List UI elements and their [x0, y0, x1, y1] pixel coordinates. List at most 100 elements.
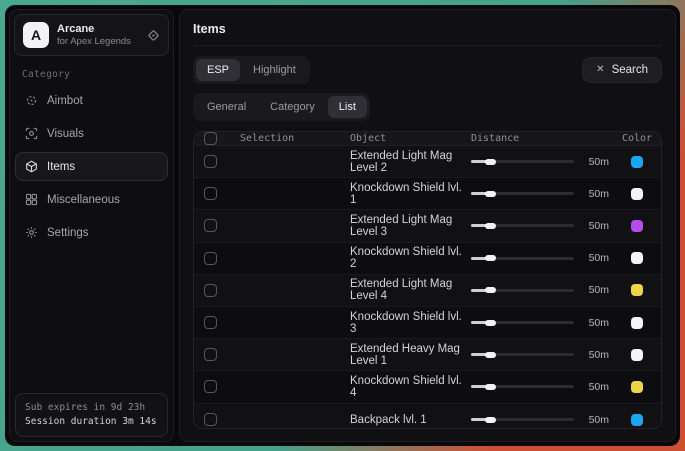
- close-icon: ✕: [596, 65, 604, 75]
- row-color-swatch[interactable]: [631, 317, 643, 329]
- crosshair-icon: [25, 94, 38, 107]
- row-object: Extended Heavy Mag Level 1: [350, 343, 471, 367]
- col-header-selection: Selection: [240, 133, 350, 144]
- row-distance-value: 50m: [583, 220, 609, 232]
- col-header-distance: Distance: [471, 133, 613, 144]
- search-button[interactable]: ✕ Search: [582, 57, 662, 83]
- row-checkbox[interactable]: [204, 187, 217, 200]
- distance-slider[interactable]: [471, 318, 574, 328]
- row-checkbox[interactable]: [204, 380, 217, 393]
- tab-list[interactable]: List: [328, 96, 367, 118]
- table-row: Extended Light Mag Level 2 50m: [194, 146, 661, 178]
- sidebar-item-miscellaneous[interactable]: Miscellaneous: [15, 185, 168, 214]
- toolbar: ESP Highlight ✕ Search: [193, 56, 662, 84]
- grid-icon: [25, 193, 38, 206]
- row-color-swatch[interactable]: [631, 252, 643, 264]
- table-body: Extended Light Mag Level 2 50m Knockdown…: [194, 146, 661, 429]
- distance-slider[interactable]: [471, 157, 574, 167]
- app-subtitle: for Apex Legends: [57, 36, 139, 48]
- row-distance-value: 50m: [583, 188, 609, 200]
- row-checkbox[interactable]: [204, 219, 217, 232]
- sidebar-item-visuals[interactable]: Visuals: [15, 119, 168, 148]
- row-checkbox[interactable]: [204, 316, 217, 329]
- row-color-swatch[interactable]: [631, 349, 643, 361]
- distance-slider[interactable]: [471, 350, 574, 360]
- row-object: Knockdown Shield lvl. 3: [350, 311, 471, 335]
- items-table: Selection Object Distance Color Extended…: [193, 131, 662, 429]
- row-object: Backpack lvl. 1: [350, 414, 471, 426]
- sub-expires-text: Sub expires in 9d 23h: [25, 401, 158, 415]
- slider-thumb[interactable]: [485, 320, 496, 326]
- tab-esp[interactable]: ESP: [196, 59, 240, 81]
- col-header-object: Object: [350, 133, 471, 144]
- distance-slider[interactable]: [471, 221, 574, 231]
- category-label: Category: [22, 69, 161, 80]
- row-color-swatch[interactable]: [631, 414, 643, 426]
- app-window: A Arcane for Apex Legends Category: [5, 5, 680, 446]
- table-header-row: Selection Object Distance Color: [194, 132, 661, 146]
- app-logo: A: [23, 22, 49, 48]
- row-checkbox[interactable]: [204, 155, 217, 168]
- sidebar-item-label: Settings: [47, 227, 89, 239]
- row-object: Extended Light Mag Level 2: [350, 150, 471, 174]
- row-color-swatch[interactable]: [631, 188, 643, 200]
- slider-thumb[interactable]: [485, 384, 496, 390]
- row-checkbox[interactable]: [204, 252, 217, 265]
- table-row: Knockdown Shield lvl. 4 50m: [194, 371, 661, 403]
- table-row: Extended Light Mag Level 4 50m: [194, 275, 661, 307]
- distance-slider[interactable]: [471, 189, 574, 199]
- row-distance-value: 50m: [583, 349, 609, 361]
- sidebar-item-settings[interactable]: Settings: [15, 218, 168, 247]
- row-distance-value: 50m: [583, 156, 609, 168]
- eye-icon: [25, 127, 38, 140]
- sidebar-header: A Arcane for Apex Legends: [14, 14, 169, 56]
- select-all-checkbox[interactable]: [204, 132, 217, 145]
- row-color-swatch[interactable]: [631, 156, 643, 168]
- tab-highlight[interactable]: Highlight: [242, 59, 307, 81]
- row-color-swatch[interactable]: [631, 381, 643, 393]
- slider-thumb[interactable]: [485, 417, 496, 423]
- view-tab-group: General Category List: [193, 93, 370, 121]
- main-panel: Items ESP Highlight ✕ Search General Cat…: [179, 9, 676, 442]
- slider-thumb[interactable]: [485, 191, 496, 197]
- row-object: Knockdown Shield lvl. 4: [350, 375, 471, 399]
- session-info-card: Sub expires in 9d 23h Session duration 3…: [15, 393, 168, 437]
- table-row: Extended Light Mag Level 3 50m: [194, 210, 661, 242]
- cube-icon: [25, 160, 38, 173]
- distance-slider[interactable]: [471, 253, 574, 263]
- sidebar-item-label: Aimbot: [47, 95, 83, 107]
- distance-slider[interactable]: [471, 382, 574, 392]
- search-button-label: Search: [612, 64, 648, 76]
- distance-slider[interactable]: [471, 415, 574, 425]
- sidebar-item-items[interactable]: Items: [15, 152, 168, 181]
- row-checkbox[interactable]: [204, 284, 217, 297]
- row-object: Knockdown Shield lvl. 2: [350, 246, 471, 270]
- distance-slider[interactable]: [471, 285, 574, 295]
- sidebar-item-label: Visuals: [47, 128, 84, 140]
- col-header-color: Color: [613, 133, 661, 144]
- mode-tab-group: ESP Highlight: [193, 56, 310, 84]
- sidebar-item-label: Miscellaneous: [47, 194, 120, 206]
- app-title: Arcane: [57, 23, 139, 36]
- row-object: Extended Light Mag Level 4: [350, 278, 471, 302]
- table-row: Extended Heavy Mag Level 1 50m: [194, 339, 661, 371]
- table-row: Backpack lvl. 1 50m: [194, 404, 661, 430]
- slider-thumb[interactable]: [485, 159, 496, 165]
- slider-thumb[interactable]: [485, 287, 496, 293]
- slider-thumb[interactable]: [485, 255, 496, 261]
- sidebar-item-aimbot[interactable]: Aimbot: [15, 86, 168, 115]
- shield-badge-icon[interactable]: [147, 29, 160, 42]
- row-distance-value: 50m: [583, 381, 609, 393]
- tab-general[interactable]: General: [196, 96, 257, 118]
- table-row: Knockdown Shield lvl. 1 50m: [194, 178, 661, 210]
- gear-icon: [25, 226, 38, 239]
- row-color-swatch[interactable]: [631, 220, 643, 232]
- row-color-swatch[interactable]: [631, 284, 643, 296]
- row-distance-value: 50m: [583, 252, 609, 264]
- row-checkbox[interactable]: [204, 413, 217, 426]
- slider-thumb[interactable]: [485, 352, 496, 358]
- row-checkbox[interactable]: [204, 348, 217, 361]
- slider-thumb[interactable]: [485, 223, 496, 229]
- table-row: Knockdown Shield lvl. 2 50m: [194, 243, 661, 275]
- tab-category[interactable]: Category: [259, 96, 326, 118]
